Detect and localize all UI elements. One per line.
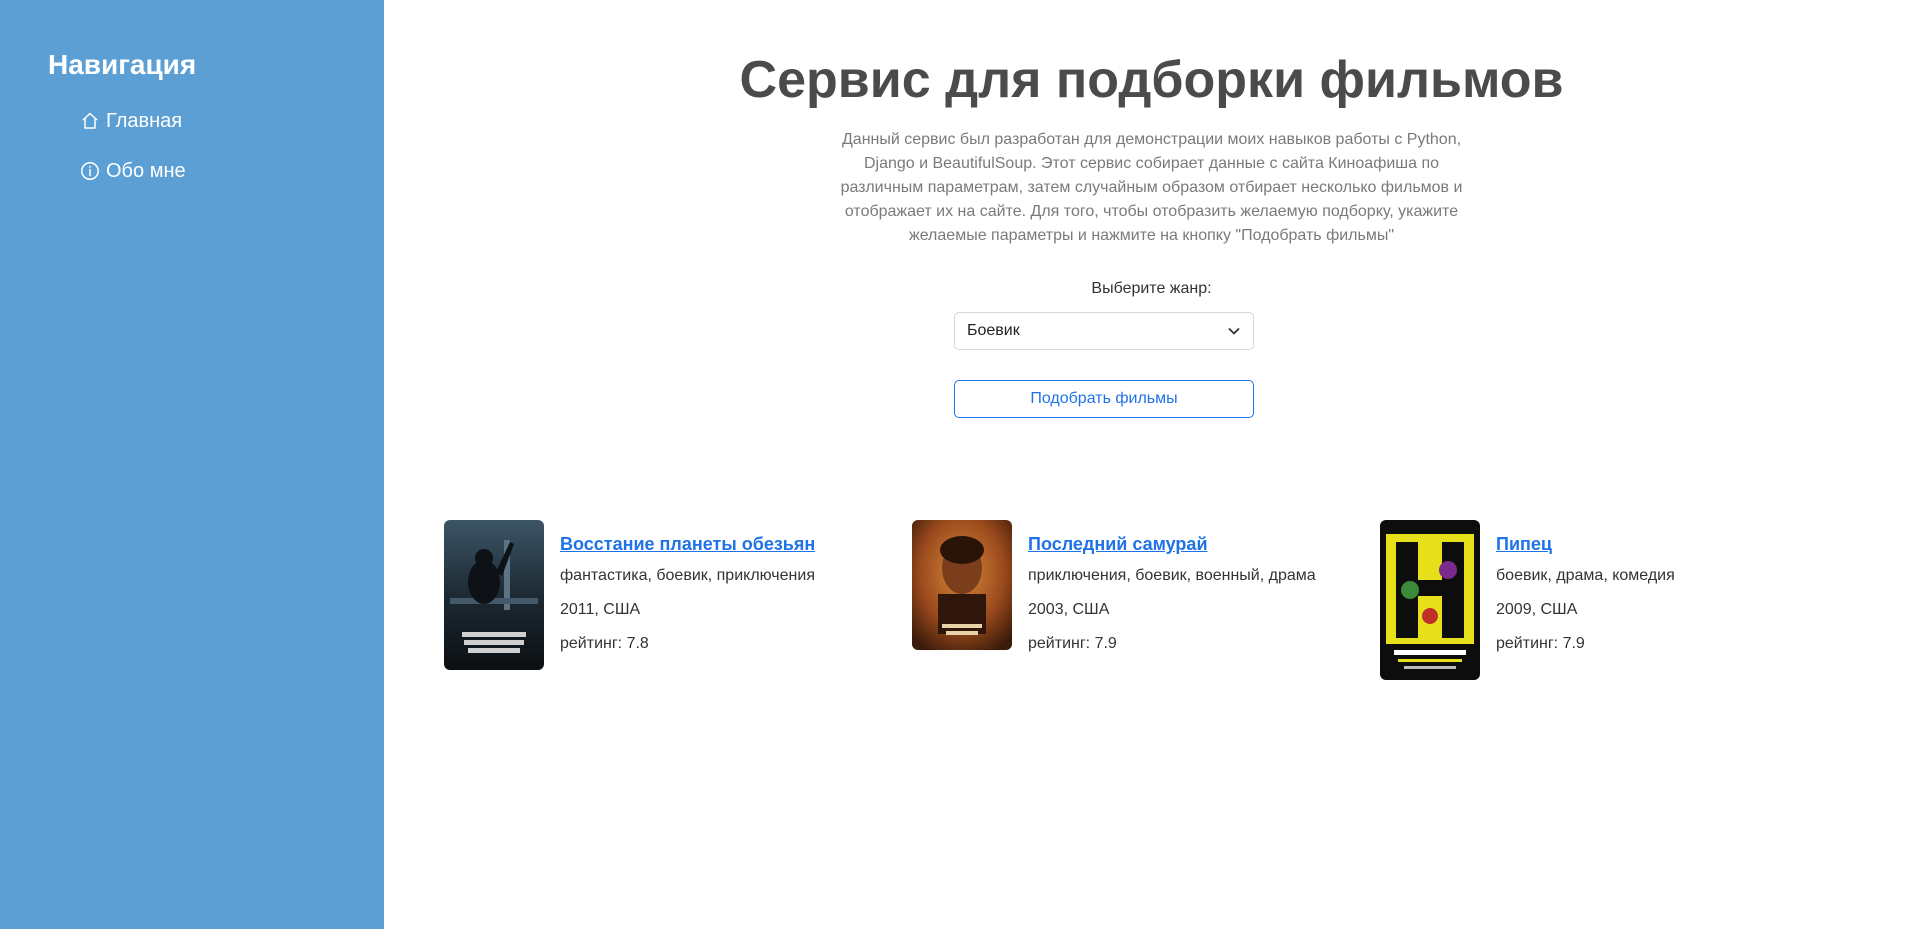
film-card: Восстание планеты обезьян фантастика, бо… <box>444 520 912 680</box>
film-rating: рейтинг: 7.9 <box>1028 635 1117 652</box>
genre-label: Выберите жанр: <box>1091 280 1212 297</box>
page-description: Данный сервис был разработан для демонст… <box>840 131 1463 244</box>
sidebar-item-label: Главная <box>106 109 183 132</box>
film-title-link[interactable]: Последний самурай <box>1028 532 1316 556</box>
main-content: Сервис для подборки фильмов Данный серви… <box>384 0 1919 929</box>
sidebar-item-label: Обо мне <box>106 159 186 182</box>
film-poster[interactable] <box>1380 520 1480 680</box>
page-title: Сервис для подборки фильмов <box>739 51 1564 109</box>
page-layout: Навигация Главная Обо мне Сервис для под… <box>0 0 1919 929</box>
film-year-country: 2011, США <box>560 601 641 618</box>
film-poster[interactable] <box>444 520 544 670</box>
film-rating: рейтинг: 7.8 <box>560 635 649 652</box>
film-list: Восстание планеты обезьян фантастика, бо… <box>444 520 1848 680</box>
film-genres: боевик, драма, комедия <box>1496 567 1675 584</box>
sidebar-item-about[interactable]: Обо мне <box>80 146 384 196</box>
film-info: Восстание планеты обезьян фантастика, бо… <box>560 532 815 680</box>
find-films-button[interactable]: Подобрать фильмы <box>954 380 1254 418</box>
genre-select[interactable]: Боевик <box>954 312 1254 350</box>
film-year-country: 2003, США <box>1028 601 1110 618</box>
film-card: Пипец боевик, драма, комедия 2009, США р… <box>1380 520 1848 680</box>
info-circle-icon <box>81 162 99 180</box>
film-title-link[interactable]: Пипец <box>1496 532 1675 556</box>
poster-image <box>912 520 1012 650</box>
house-icon <box>82 112 98 129</box>
sidebar-item-home[interactable]: Главная <box>80 96 384 146</box>
sidebar-title: Навигация <box>48 49 197 80</box>
poster-image <box>1380 520 1480 680</box>
sidebar-nav: Главная Обо мне <box>0 96 384 196</box>
film-title-link[interactable]: Восстание планеты обезьян <box>560 532 815 556</box>
film-poster[interactable] <box>912 520 1012 650</box>
film-rating: рейтинг: 7.9 <box>1496 635 1585 652</box>
genre-select-value: Боевик <box>967 322 1020 339</box>
chevron-down-icon <box>1228 328 1240 335</box>
sidebar: Навигация Главная Обо мне <box>0 0 384 929</box>
film-genres: приключения, боевик, военный, драма <box>1028 567 1316 584</box>
poster-image <box>444 520 544 670</box>
film-info: Пипец боевик, драма, комедия 2009, США р… <box>1496 532 1675 680</box>
film-genres: фантастика, боевик, приключения <box>560 567 815 584</box>
film-info: Последний самурай приключения, боевик, в… <box>1028 532 1316 680</box>
film-year-country: 2009, США <box>1496 601 1578 618</box>
film-card: Последний самурай приключения, боевик, в… <box>912 520 1380 680</box>
